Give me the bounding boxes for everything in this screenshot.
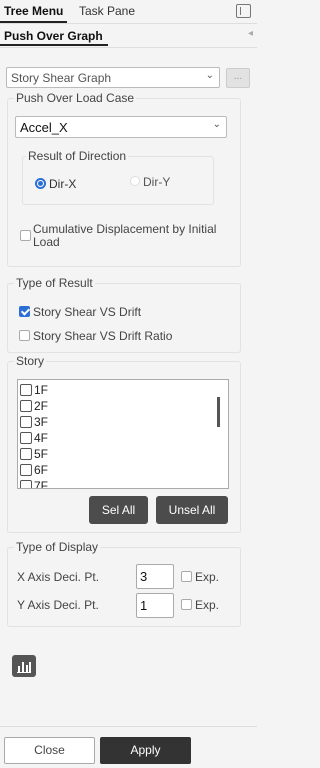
- story-checkbox[interactable]: [20, 400, 32, 412]
- dir-x-label: Dir-X: [49, 177, 77, 191]
- cumulative-label-line2: Load: [33, 235, 60, 249]
- collapse-arrow-icon[interactable]: ◂: [248, 28, 253, 39]
- graph-type-value: Story Shear Graph: [11, 71, 112, 85]
- select-all-button[interactable]: Sel All: [89, 496, 148, 524]
- load-case-select[interactable]: Accel_X ⌄: [15, 116, 227, 138]
- cumulative-checkbox[interactable]: [20, 230, 31, 241]
- load-case-value: Accel_X: [20, 120, 68, 135]
- x-exp-label: Exp.: [195, 570, 220, 584]
- story-shear-drift-ratio-checkbox[interactable]: [19, 330, 30, 341]
- header-divider: [0, 47, 257, 48]
- section-header: Push Over Graph ◂: [0, 24, 257, 46]
- footer-bar: Close Apply: [0, 726, 257, 768]
- story-list[interactable]: 1F 2F 3F 4F 5F 6F 7F: [17, 379, 229, 489]
- scrollbar-thumb[interactable]: [217, 397, 220, 427]
- story-checkbox[interactable]: [20, 432, 32, 444]
- tab-task-pane[interactable]: Task Pane: [79, 4, 135, 18]
- tab-bar: Tree Menu Task Pane: [0, 0, 257, 24]
- story-checkbox[interactable]: [20, 416, 32, 428]
- section-title: Push Over Graph: [4, 29, 103, 43]
- tab-tree-menu[interactable]: Tree Menu: [0, 4, 68, 23]
- story-checkbox[interactable]: [20, 480, 32, 488]
- story-checkbox[interactable]: [20, 384, 32, 396]
- section-underline: [0, 44, 108, 46]
- display-type-title: Type of Display: [14, 540, 101, 554]
- x-axis-decimal-input[interactable]: 3: [136, 564, 174, 589]
- direction-title: Result of Direction: [26, 149, 129, 163]
- display-type-group: Type of Display: [7, 540, 241, 627]
- y-exp-label: Exp.: [195, 598, 220, 612]
- chevron-down-icon: ⌄: [205, 70, 214, 81]
- story-shear-drift-checkbox[interactable]: [19, 306, 30, 317]
- dir-x-radio[interactable]: [35, 178, 46, 189]
- unselect-all-button[interactable]: Unsel All: [156, 496, 228, 524]
- more-options-button[interactable]: ...: [226, 68, 250, 88]
- y-axis-decimal-input[interactable]: 1: [136, 593, 174, 618]
- x-axis-decimal-label: X Axis Deci. Pt.: [17, 570, 100, 584]
- story-checkbox[interactable]: [20, 464, 32, 476]
- dir-y-radio[interactable]: [130, 176, 140, 186]
- bar-chart-icon[interactable]: [12, 655, 36, 677]
- panel-layout-icon[interactable]: [236, 4, 251, 18]
- story-shear-drift-label: Story Shear VS Drift: [33, 305, 142, 319]
- close-button[interactable]: Close: [4, 737, 95, 764]
- story-shear-drift-ratio-label: Story Shear VS Drift Ratio: [33, 329, 173, 343]
- y-exp-checkbox[interactable]: [181, 599, 192, 610]
- cumulative-label: Cumulative Displacement by Initial: [33, 222, 217, 236]
- story-checkbox[interactable]: [20, 448, 32, 460]
- result-type-title: Type of Result: [14, 276, 95, 290]
- story-title: Story: [14, 354, 47, 368]
- y-axis-decimal-label: Y Axis Deci. Pt.: [17, 598, 99, 612]
- apply-button[interactable]: Apply: [100, 737, 191, 764]
- dir-y-label: Dir-Y: [143, 175, 171, 189]
- load-case-title: Push Over Load Case: [14, 91, 137, 105]
- graph-type-select[interactable]: Story Shear Graph ⌄: [6, 67, 220, 88]
- chevron-down-icon: ⌄: [212, 119, 221, 130]
- x-exp-checkbox[interactable]: [181, 571, 192, 582]
